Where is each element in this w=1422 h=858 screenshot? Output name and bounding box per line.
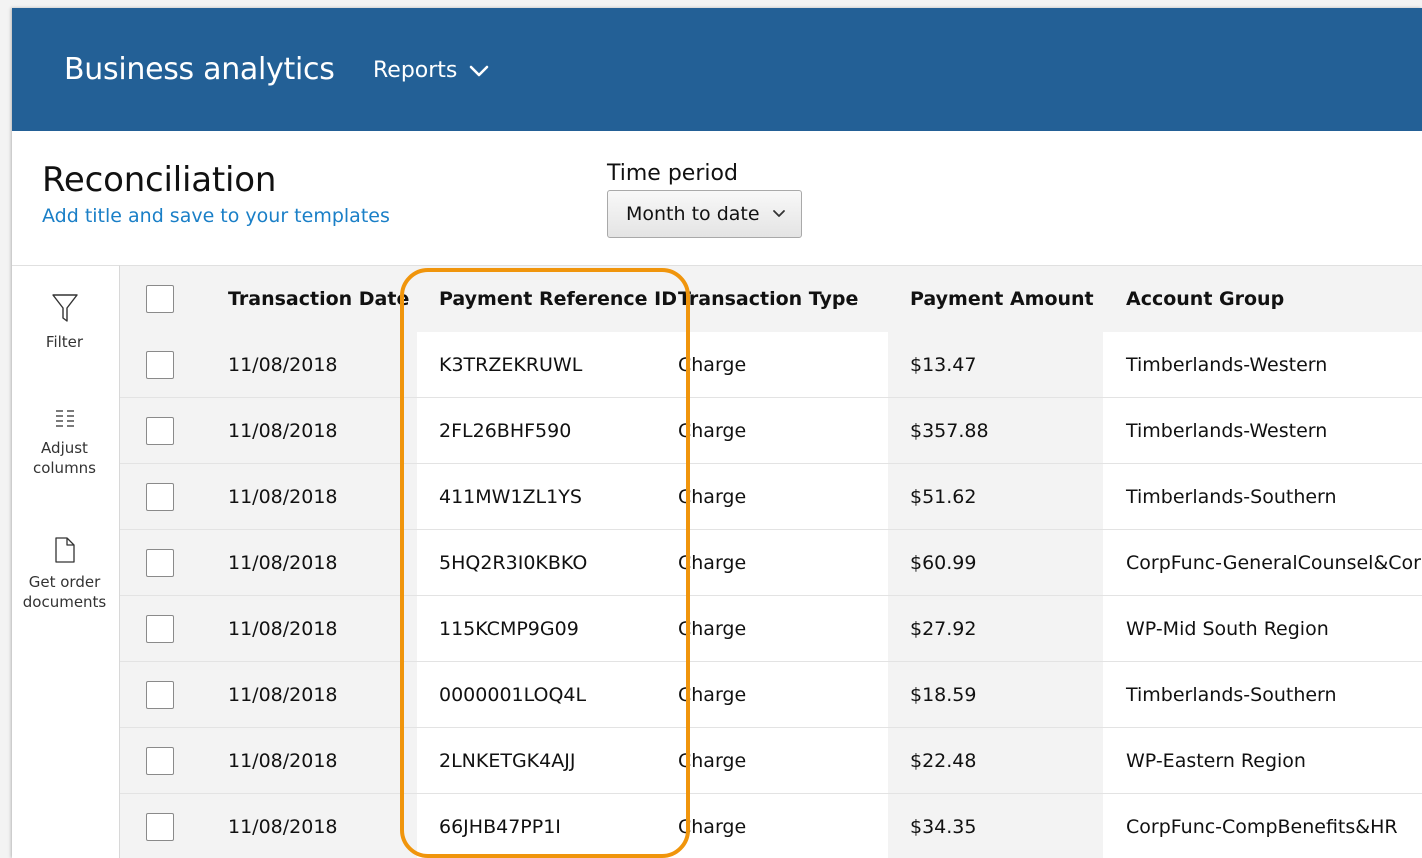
transaction-date-cell: 11/08/2018 — [206, 463, 417, 530]
row-select-cell — [120, 793, 206, 858]
column-header-transaction-date[interactable]: Transaction Date — [206, 266, 417, 332]
payment-amount-cell: $51.62 — [888, 463, 1103, 530]
transaction-type-cell: Charge — [677, 595, 888, 662]
document-icon — [54, 537, 75, 563]
transaction-date-cell: 11/08/2018 — [206, 397, 417, 464]
chevron-down-icon — [772, 210, 785, 217]
transaction-type-cell: Charge — [677, 463, 888, 530]
columns-icon — [55, 410, 74, 427]
account-group-cell: CorpFunc-GeneralCounsel&Corp — [1103, 529, 1422, 596]
payment-amount-cell: $27.92 — [888, 595, 1103, 662]
table-row[interactable]: 11/08/2018 2LNKETGK4AJJ Charge $22.48 WP-Eas… — [120, 727, 1422, 794]
chevron-down-icon — [470, 65, 489, 76]
row-checkbox[interactable] — [146, 812, 174, 841]
transaction-type-cell: Charge — [677, 397, 888, 464]
transaction-date-cell: 11/08/2018 — [206, 529, 417, 596]
payment-reference-cell: 5HQ2R3I0KBKO — [417, 529, 677, 596]
time-period-label: Time period — [607, 161, 738, 186]
transactions-table-container: Transaction Date Payment Reference ID Tr… — [120, 265, 1422, 858]
row-checkbox[interactable] — [146, 548, 174, 577]
time-period-dropdown[interactable]: Month to date — [607, 190, 802, 238]
table-header-row: Transaction Date Payment Reference ID Tr… — [120, 266, 1422, 332]
transactions-table: Transaction Date Payment Reference ID Tr… — [120, 266, 1422, 858]
payment-reference-cell: 2LNKETGK4AJJ — [417, 727, 677, 794]
select-all-checkbox[interactable] — [146, 285, 174, 313]
row-select-cell — [120, 529, 206, 596]
transaction-date-cell: 11/08/2018 — [206, 793, 417, 858]
payment-reference-cell: K3TRZEKRUWL — [417, 332, 677, 398]
row-checkbox[interactable] — [146, 614, 174, 643]
top-nav-bar: Business analytics Reports — [12, 8, 1422, 131]
payment-reference-cell: 2FL26BHF590 — [417, 397, 677, 464]
app-title[interactable]: Business analytics — [64, 52, 335, 87]
filter-icon — [51, 294, 78, 322]
account-group-cell: Timberlands-Southern — [1103, 463, 1422, 530]
row-select-cell — [120, 332, 206, 398]
row-select-cell — [120, 661, 206, 728]
select-all-cell — [120, 266, 206, 332]
table-row[interactable]: 11/08/2018 66JHB47PP1I Charge $34.35 CorpFun… — [120, 793, 1422, 858]
account-group-cell: CorpFunc-CompBenefits&HR — [1103, 793, 1422, 858]
tool-sidebar: Filter Adjust columns Get order document… — [12, 265, 120, 858]
reports-menu-label: Reports — [373, 58, 458, 83]
account-group-cell: WP-Eastern Region — [1103, 727, 1422, 794]
transaction-date-cell: 11/08/2018 — [206, 332, 417, 398]
account-group-cell: Timberlands-Western — [1103, 397, 1422, 464]
column-header-payment-amount[interactable]: Payment Amount — [888, 266, 1103, 332]
transaction-date-cell: 11/08/2018 — [206, 661, 417, 728]
transaction-type-cell: Charge — [677, 793, 888, 858]
account-group-cell: Timberlands-Western — [1103, 332, 1422, 398]
column-header-transaction-type[interactable]: Transaction Type — [677, 266, 888, 332]
transaction-type-cell: Charge — [677, 661, 888, 728]
payment-amount-cell: $357.88 — [888, 397, 1103, 464]
table-row[interactable]: 11/08/2018 K3TRZEKRUWL Charge $13.47 Timberl… — [120, 332, 1422, 398]
row-select-cell — [120, 727, 206, 794]
transaction-type-cell: Charge — [677, 727, 888, 794]
account-group-cell: Timberlands-Southern — [1103, 661, 1422, 728]
filter-button[interactable]: Filter — [12, 292, 117, 352]
payment-amount-cell: $13.47 — [888, 332, 1103, 398]
payment-reference-cell: 0000001LOQ4L — [417, 661, 677, 728]
table-row[interactable]: 11/08/2018 5HQ2R3I0KBKO Charge $60.99 CorpFu… — [120, 529, 1422, 596]
payment-reference-cell: 115KCMP9G09 — [417, 595, 677, 662]
row-checkbox[interactable] — [146, 482, 174, 511]
row-select-cell — [120, 595, 206, 662]
adjust-columns-label: Adjust columns — [32, 439, 97, 477]
payment-amount-cell: $22.48 — [888, 727, 1103, 794]
table-row[interactable]: 11/08/2018 115KCMP9G09 Charge $27.92 WP-Mid … — [120, 595, 1422, 662]
transaction-date-cell: 11/08/2018 — [206, 595, 417, 662]
table-row[interactable]: 11/08/2018 2FL26BHF590 Charge $357.88 Timber… — [120, 397, 1422, 464]
payment-reference-cell: 411MW1ZL1YS — [417, 463, 677, 530]
row-select-cell — [120, 463, 206, 530]
adjust-columns-button[interactable]: Adjust columns — [12, 408, 117, 478]
column-header-account-group[interactable]: Account Group — [1103, 266, 1422, 332]
payment-amount-cell: $60.99 — [888, 529, 1103, 596]
filter-label: Filter — [45, 333, 84, 351]
table-body: 11/08/2018 K3TRZEKRUWL Charge $13.47 Timberl… — [120, 332, 1422, 858]
page-title: Reconciliation — [42, 160, 277, 200]
get-order-documents-label: Get order documents — [22, 573, 107, 611]
row-checkbox[interactable] — [146, 746, 174, 775]
payment-amount-cell: $18.59 — [888, 661, 1103, 728]
payment-amount-cell: $34.35 — [888, 793, 1103, 858]
get-order-documents-button[interactable]: Get order documents — [12, 536, 117, 612]
table-row[interactable]: 11/08/2018 0000001LOQ4L Charge $18.59 Timber… — [120, 661, 1422, 728]
table-row[interactable]: 11/08/2018 411MW1ZL1YS Charge $51.62 Timberl… — [120, 463, 1422, 530]
app-window: Business analytics Reports Reconciliatio… — [12, 8, 1422, 858]
transaction-type-cell: Charge — [677, 332, 888, 398]
payment-reference-cell: 66JHB47PP1I — [417, 793, 677, 858]
save-template-link[interactable]: Add title and save to your templates — [42, 205, 390, 227]
row-checkbox[interactable] — [146, 350, 174, 379]
time-period-value: Month to date — [626, 203, 760, 225]
reports-menu[interactable]: Reports — [373, 58, 489, 83]
transaction-type-cell: Charge — [677, 529, 888, 596]
column-header-payment-reference-id[interactable]: Payment Reference ID — [417, 266, 677, 332]
row-checkbox[interactable] — [146, 680, 174, 709]
account-group-cell: WP-Mid South Region — [1103, 595, 1422, 662]
row-checkbox[interactable] — [146, 416, 174, 445]
row-select-cell — [120, 397, 206, 464]
transaction-date-cell: 11/08/2018 — [206, 727, 417, 794]
